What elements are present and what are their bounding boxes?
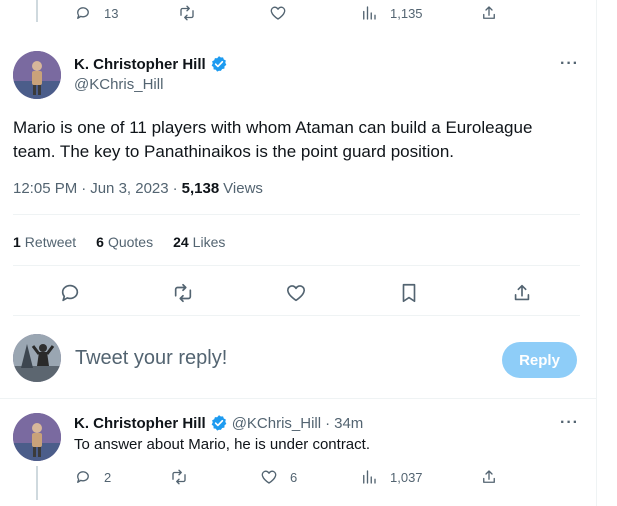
reply-author-avatar[interactable] xyxy=(13,413,61,461)
verified-icon xyxy=(210,55,228,73)
reply-count: 13 xyxy=(104,5,119,21)
views-icon xyxy=(363,470,376,484)
bookmark-button[interactable] xyxy=(398,282,420,304)
like-action[interactable] xyxy=(269,4,287,22)
reply-button[interactable]: 2 xyxy=(74,468,111,486)
like-button[interactable]: 6 xyxy=(260,468,297,486)
views-icon xyxy=(363,6,376,20)
tweet-meta: 12:05 PM · Jun 3, 2023 · 5,138 Views xyxy=(13,180,263,197)
retweet-icon xyxy=(180,5,194,21)
share-icon xyxy=(483,6,495,19)
divider xyxy=(13,315,580,316)
verified-icon xyxy=(210,414,228,432)
reply-button[interactable] xyxy=(59,282,81,304)
retweet-action[interactable] xyxy=(178,4,196,22)
retweet-icon xyxy=(174,283,192,303)
divider xyxy=(13,214,580,215)
tweet-stats: 1 Retweet 6 Quotes 24 Likes xyxy=(13,234,225,250)
reply-submit-button[interactable]: Reply xyxy=(502,342,577,378)
retweet-button[interactable] xyxy=(172,282,194,304)
retweets-stat[interactable]: 1 Retweet xyxy=(13,234,76,250)
views-count: 1,037 xyxy=(390,469,423,485)
tweet-date[interactable]: Jun 3, 2023 xyxy=(90,180,168,197)
views-count: 1,135 xyxy=(390,5,423,21)
reply-action[interactable]: 13 xyxy=(74,4,118,22)
reply-author-row: K. Christopher Hill @KChris_Hill · 34m xyxy=(74,414,364,432)
likes-stat[interactable]: 24 Likes xyxy=(173,234,225,250)
share-action[interactable] xyxy=(480,4,498,22)
share-icon xyxy=(483,470,495,483)
like-icon xyxy=(286,285,306,302)
tweet-views-count: 5,138 xyxy=(181,180,220,197)
reply-author-handle[interactable]: @KChris_Hill xyxy=(232,415,321,432)
author-avatar[interactable] xyxy=(13,51,61,99)
thread-line xyxy=(36,0,38,22)
author-name-row: K. Christopher Hill xyxy=(74,55,228,73)
divider xyxy=(0,398,596,399)
tweet-time[interactable]: 12:05 PM xyxy=(13,180,77,197)
author-display-name[interactable]: K. Christopher Hill xyxy=(74,56,206,73)
share-button[interactable] xyxy=(480,468,498,486)
retweet-icon xyxy=(172,469,186,485)
reply-author-display-name[interactable]: K. Christopher Hill xyxy=(74,415,206,432)
thread-line xyxy=(36,466,38,500)
quotes-stat[interactable]: 6 Quotes xyxy=(96,234,153,250)
current-user-avatar[interactable] xyxy=(13,334,61,382)
views-button[interactable]: 1,037 xyxy=(360,468,423,486)
reply-icon xyxy=(61,284,79,302)
more-icon[interactable]: ··· xyxy=(560,55,579,73)
reply-text: To answer about Mario, he is under contr… xyxy=(74,436,370,453)
like-icon xyxy=(270,6,286,20)
views-action[interactable]: 1,135 xyxy=(360,4,423,22)
bookmark-icon xyxy=(402,283,416,303)
more-icon[interactable]: ··· xyxy=(560,414,579,432)
previous-tweet-actions: 13 1,135 xyxy=(0,0,596,30)
like-icon xyxy=(261,470,277,484)
retweet-button[interactable] xyxy=(170,468,188,486)
reply-icon xyxy=(77,7,89,19)
like-button[interactable] xyxy=(285,282,307,304)
tweet-text: Mario is one of 11 players with whom Ata… xyxy=(13,118,533,161)
reply-icon xyxy=(77,471,89,483)
divider xyxy=(13,265,580,266)
timeline-border xyxy=(596,0,597,506)
tweet-views-label: Views xyxy=(223,180,263,197)
share-button[interactable] xyxy=(511,282,533,304)
reply-time[interactable]: 34m xyxy=(334,415,363,432)
like-count: 6 xyxy=(290,469,298,485)
share-icon xyxy=(514,284,530,301)
author-handle[interactable]: @KChris_Hill xyxy=(74,76,163,93)
reply-input[interactable]: Tweet your reply! xyxy=(75,347,227,370)
reply-count: 2 xyxy=(104,469,112,485)
